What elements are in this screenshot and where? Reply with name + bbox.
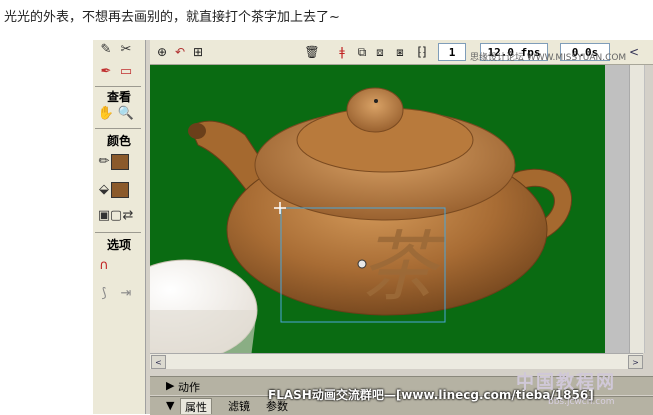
- fill-color-swatch[interactable]: [111, 182, 129, 198]
- tools-panel: ✎ ✂ ✒ ▭ 查看 ✋ 🔍 颜色 ✏ ⬙ ▣ ▢ ⇄ 选项 ∩ ⟆ ⇥: [93, 40, 146, 414]
- modify-onion-markers-icon[interactable]: ⁅⁆: [414, 44, 430, 60]
- scroll-left-arrow-icon[interactable]: <: [151, 355, 166, 369]
- color-section-label: 颜色: [106, 134, 131, 148]
- post-caption: 光光的外表，不想再去画别的，就直接打个茶字加上去了~: [4, 10, 340, 25]
- snap-magnet-icon[interactable]: ∩: [95, 256, 113, 274]
- insert-folder-icon[interactable]: ⊞: [190, 44, 206, 60]
- straighten-icon[interactable]: ⇥: [117, 284, 135, 302]
- vertical-scrollbar[interactable]: [629, 65, 644, 353]
- hand-tool-icon[interactable]: ✋: [97, 104, 115, 122]
- site-logo-url: bbs.jcwcn.com: [548, 397, 615, 407]
- tools-divider: [95, 86, 141, 87]
- eraser-tool-icon[interactable]: ▭: [117, 62, 135, 80]
- add-motion-guide-icon[interactable]: ↶: [172, 44, 188, 60]
- subselect-tool-icon[interactable]: ✎: [97, 40, 115, 58]
- teapot-artwork: 茶: [150, 87, 573, 353]
- current-frame-field[interactable]: 1: [438, 43, 466, 61]
- tab-properties[interactable]: 属性: [180, 398, 212, 414]
- options-section-label: 选项: [106, 238, 131, 252]
- lid-knob-hole: [374, 99, 378, 103]
- onion-outlines-icon[interactable]: ⧈: [372, 44, 388, 60]
- lid-knob: [346, 87, 404, 133]
- tools-divider: [95, 128, 141, 129]
- tools-divider: [95, 232, 141, 233]
- stage-canvas[interactable]: 茶: [150, 65, 605, 353]
- tea-glyph: 茶: [360, 222, 446, 311]
- view-section-label: 查看: [106, 90, 131, 104]
- brush-tool-icon[interactable]: ✒: [97, 62, 115, 80]
- delete-layer-icon[interactable]: 🗑: [304, 44, 320, 60]
- cup-side: [150, 310, 257, 353]
- lasso-tool-icon[interactable]: ✂: [117, 40, 135, 58]
- stroke-color-swatch[interactable]: [111, 154, 129, 170]
- scroll-right-arrow-icon[interactable]: >: [628, 355, 643, 369]
- watermark-small: 思缘设计论坛 WWW.MISSYUAN.COM: [470, 53, 627, 63]
- zoom-tool-icon[interactable]: 🔍: [117, 104, 135, 122]
- spout-opening: [188, 123, 206, 139]
- swap-colors-icon[interactable]: ⇄: [119, 206, 137, 224]
- expand-triangle-icon: ▶: [166, 379, 175, 392]
- horizontal-scrollbar[interactable]: < >: [150, 353, 643, 369]
- add-layer-icon[interactable]: ⊕: [154, 44, 170, 60]
- center-frame-icon[interactable]: ǂ: [334, 44, 350, 60]
- smooth-icon[interactable]: ⟆: [95, 284, 113, 302]
- collapse-triangle-icon[interactable]: ▼: [166, 399, 174, 412]
- tab-filters[interactable]: 滤镜: [224, 398, 254, 413]
- transform-point: [357, 259, 367, 269]
- edit-multiple-frames-icon[interactable]: ⧆: [392, 44, 408, 60]
- actions-panel-label: 动作: [178, 381, 200, 394]
- onion-skin-icon[interactable]: ⧉: [354, 44, 370, 60]
- scroll-left-icon[interactable]: <: [626, 44, 642, 60]
- site-logo: 中国教程网: [516, 372, 616, 393]
